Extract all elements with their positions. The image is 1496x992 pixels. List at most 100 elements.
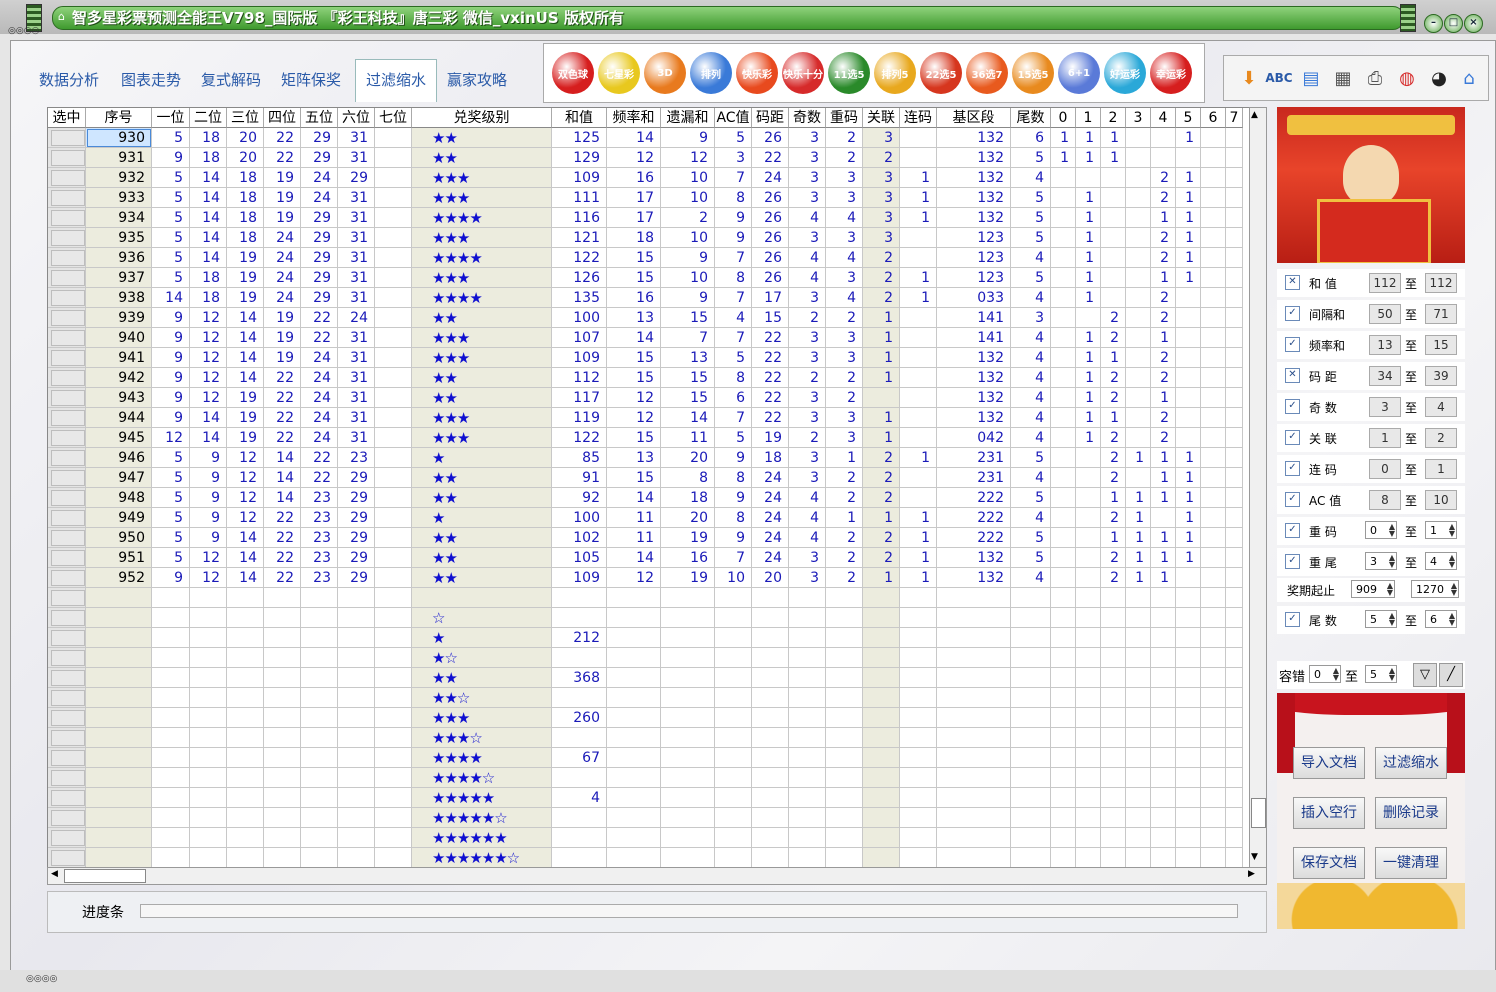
filter-to-stepper[interactable]: 4 ▲ ▼ bbox=[1425, 552, 1457, 570]
column-header[interactable]: 频率和 bbox=[607, 108, 661, 128]
arrow-down-icon[interactable]: ⬇ bbox=[1234, 62, 1264, 94]
checkbox-checked-icon[interactable]: ✓ bbox=[1285, 523, 1300, 538]
empty-cell[interactable] bbox=[1151, 648, 1176, 668]
empty-cell[interactable] bbox=[826, 668, 863, 688]
lottery-logo-icon[interactable]: 11选5 bbox=[828, 52, 870, 94]
lottery-logo-icon[interactable]: 3D bbox=[644, 52, 686, 94]
data-cell[interactable]: 9 bbox=[152, 388, 190, 408]
level-count-cell[interactable] bbox=[552, 608, 607, 628]
empty-cell[interactable] bbox=[264, 628, 301, 648]
data-cell[interactable]: 20 bbox=[661, 508, 715, 528]
empty-cell[interactable] bbox=[607, 728, 661, 748]
filter-from-stepper[interactable]: 3 ▲ ▼ bbox=[1365, 552, 1397, 570]
empty-cell[interactable] bbox=[190, 708, 227, 728]
select-cell[interactable] bbox=[48, 388, 86, 408]
data-cell[interactable]: 14 bbox=[227, 528, 264, 548]
data-cell[interactable]: 2 bbox=[826, 308, 863, 328]
empty-cell[interactable] bbox=[863, 848, 900, 868]
sequence-cell[interactable]: 950 bbox=[86, 528, 152, 548]
data-cell[interactable]: 5 bbox=[152, 448, 190, 468]
empty-cell[interactable] bbox=[1076, 728, 1101, 748]
data-cell[interactable]: 26 bbox=[752, 228, 789, 248]
empty-cell[interactable] bbox=[607, 808, 661, 828]
filter-from-field[interactable]: 50 bbox=[1369, 304, 1401, 324]
row-select-button[interactable] bbox=[51, 730, 85, 746]
select-cell[interactable] bbox=[48, 788, 86, 808]
empty-cell[interactable] bbox=[1151, 748, 1176, 768]
empty-cell[interactable] bbox=[227, 848, 264, 868]
empty-cell[interactable] bbox=[1176, 628, 1201, 648]
empty-cell[interactable] bbox=[86, 688, 152, 708]
empty-cell[interactable] bbox=[1011, 588, 1051, 608]
data-cell[interactable]: 23 bbox=[338, 448, 375, 468]
empty-cell[interactable] bbox=[1051, 808, 1076, 828]
data-cell[interactable]: 5 bbox=[152, 488, 190, 508]
row-select-button[interactable] bbox=[51, 830, 85, 846]
column-header[interactable]: 关联 bbox=[863, 108, 900, 128]
empty-cell[interactable] bbox=[826, 688, 863, 708]
empty-cell[interactable] bbox=[152, 808, 190, 828]
empty-cell[interactable] bbox=[826, 628, 863, 648]
empty-cell[interactable] bbox=[301, 828, 338, 848]
data-cell[interactable]: 132 bbox=[937, 168, 1011, 188]
empty-cell[interactable] bbox=[1076, 588, 1101, 608]
data-cell[interactable]: 26 bbox=[752, 248, 789, 268]
data-cell[interactable]: 1 bbox=[900, 268, 937, 288]
data-cell[interactable] bbox=[1226, 368, 1243, 388]
data-cell[interactable]: 24 bbox=[301, 368, 338, 388]
data-cell[interactable] bbox=[1201, 568, 1226, 588]
empty-cell[interactable] bbox=[86, 768, 152, 788]
column-header[interactable]: 遗漏和 bbox=[661, 108, 715, 128]
data-cell[interactable]: 1 bbox=[863, 508, 900, 528]
data-cell[interactable]: 129 bbox=[552, 148, 607, 168]
column-header[interactable]: 基区段 bbox=[937, 108, 1011, 128]
data-cell[interactable]: 15 bbox=[661, 368, 715, 388]
lottery-logo-icon[interactable]: 36选7 bbox=[966, 52, 1008, 94]
data-cell[interactable]: 12 bbox=[607, 568, 661, 588]
empty-cell[interactable] bbox=[1011, 848, 1051, 868]
empty-cell[interactable] bbox=[152, 708, 190, 728]
data-cell[interactable]: 6 bbox=[1011, 128, 1051, 148]
table-row[interactable]: ★★★★★ 4 bbox=[48, 788, 1243, 808]
data-cell[interactable]: 9 bbox=[152, 408, 190, 428]
scroll-right-icon[interactable]: ▶ bbox=[1248, 869, 1255, 879]
data-cell[interactable]: 12 bbox=[190, 368, 227, 388]
empty-cell[interactable] bbox=[863, 668, 900, 688]
data-cell[interactable] bbox=[1126, 208, 1151, 228]
column-header[interactable]: 4 bbox=[1151, 108, 1176, 128]
data-cell[interactable] bbox=[1201, 448, 1226, 468]
data-cell[interactable]: 3 bbox=[789, 348, 826, 368]
data-cell[interactable] bbox=[1226, 168, 1243, 188]
prize-level-cell[interactable]: ★★★★☆ bbox=[412, 768, 552, 788]
data-cell[interactable]: 92 bbox=[552, 488, 607, 508]
empty-cell[interactable] bbox=[752, 608, 789, 628]
data-cell[interactable] bbox=[900, 408, 937, 428]
sequence-cell[interactable]: 931 bbox=[86, 148, 152, 168]
data-cell[interactable]: 12 bbox=[190, 348, 227, 368]
data-cell[interactable]: 12 bbox=[190, 548, 227, 568]
empty-cell[interactable] bbox=[338, 648, 375, 668]
data-cell[interactable]: 14 bbox=[190, 188, 227, 208]
data-cell[interactable]: 3 bbox=[826, 168, 863, 188]
prize-level-cell[interactable] bbox=[412, 588, 552, 608]
empty-cell[interactable] bbox=[1151, 808, 1176, 828]
prize-level-cell[interactable]: ★★ bbox=[412, 388, 552, 408]
data-cell[interactable]: 14 bbox=[190, 408, 227, 428]
data-cell[interactable]: 2 bbox=[789, 428, 826, 448]
data-cell[interactable]: 4 bbox=[789, 528, 826, 548]
table-row[interactable]: ★☆ bbox=[48, 648, 1243, 668]
tolerance-to-stepper[interactable]: 5 ▲ ▼ bbox=[1365, 665, 1397, 683]
empty-cell[interactable] bbox=[900, 608, 937, 628]
empty-cell[interactable] bbox=[863, 748, 900, 768]
row-select-button[interactable] bbox=[51, 210, 85, 226]
empty-cell[interactable] bbox=[1226, 828, 1243, 848]
empty-cell[interactable] bbox=[715, 748, 752, 768]
empty-cell[interactable] bbox=[661, 668, 715, 688]
empty-cell[interactable] bbox=[86, 728, 152, 748]
empty-cell[interactable] bbox=[375, 588, 412, 608]
data-cell[interactable]: 1 bbox=[1176, 488, 1201, 508]
data-cell[interactable]: 22 bbox=[752, 408, 789, 428]
data-cell[interactable]: 5 bbox=[152, 268, 190, 288]
row-select-button[interactable] bbox=[51, 190, 85, 206]
data-cell[interactable]: 1 bbox=[1126, 508, 1151, 528]
